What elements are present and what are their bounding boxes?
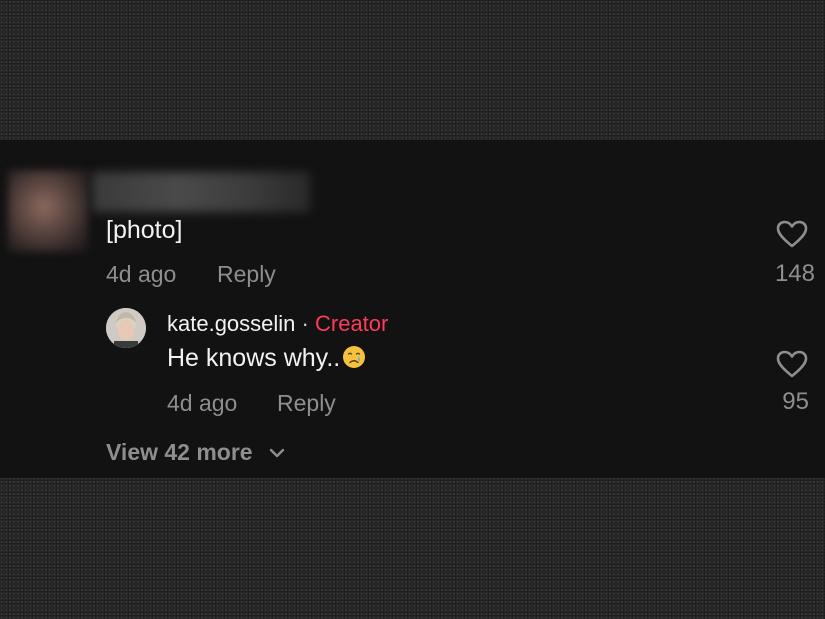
comments-panel: [photo] 4d ago Reply 148 kate.gosselin ·…	[0, 140, 825, 478]
reply-like-heart-icon[interactable]	[776, 350, 808, 378]
reply-text-row: He knows why..	[167, 344, 366, 373]
comment-reply-button[interactable]: Reply	[217, 261, 276, 288]
reply-author: kate.gosselin · Creator	[167, 311, 388, 337]
reply-timestamp: 4d ago	[167, 390, 238, 416]
commenter-avatar-blurred[interactable]	[8, 170, 88, 252]
reply-reply-button[interactable]: Reply	[277, 390, 336, 417]
view-more-replies-button[interactable]: View 42 more	[106, 437, 285, 466]
creator-badge: Creator	[315, 311, 389, 336]
reply-like-count: 95	[782, 388, 809, 415]
reply-username[interactable]: kate.gosselin	[167, 311, 295, 336]
crying-face-icon	[342, 345, 366, 369]
comment-timestamp: 4d ago	[106, 261, 177, 287]
creator-avatar[interactable]	[106, 308, 146, 348]
chevron-down-icon	[269, 437, 285, 464]
commenter-username-blurred[interactable]	[92, 172, 310, 212]
comment-like-count: 148	[774, 260, 815, 287]
comment-text: [photo]	[106, 216, 183, 244]
view-more-label: View 42 more	[106, 439, 253, 465]
separator-dot: ·	[301, 311, 309, 336]
reply-text: He knows why..	[167, 344, 341, 372]
comment-like-heart-icon[interactable]	[776, 220, 808, 248]
